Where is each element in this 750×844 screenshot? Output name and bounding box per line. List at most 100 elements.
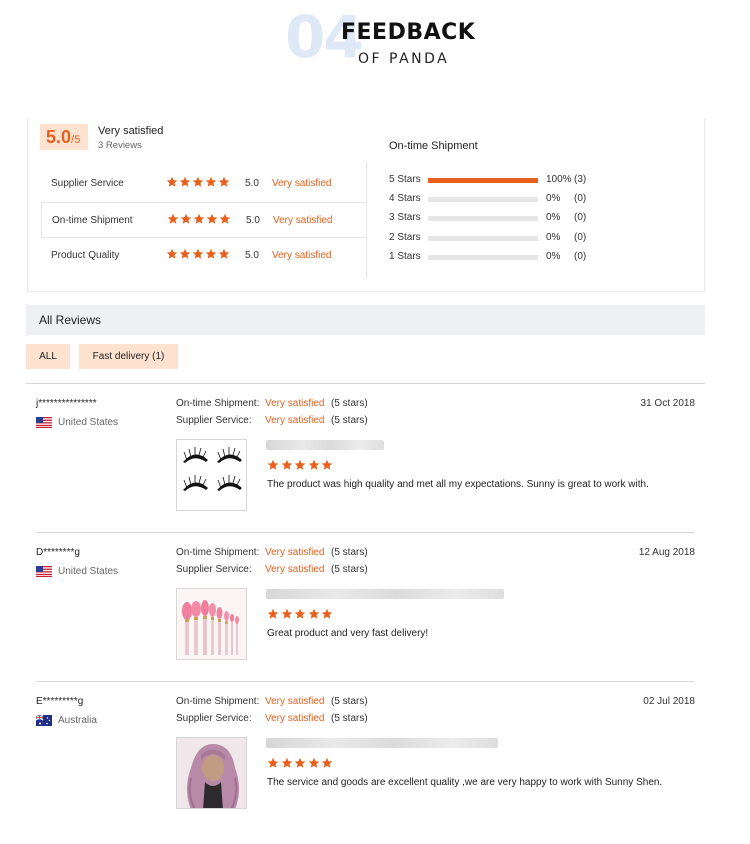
category-status: Very satisfied bbox=[272, 250, 332, 261]
star-icon bbox=[218, 176, 230, 188]
service-value: Very satisfied bbox=[265, 415, 325, 426]
review-date: 02 Jul 2018 bbox=[643, 696, 695, 707]
distribution-bar bbox=[428, 216, 538, 221]
all-reviews-header: All Reviews bbox=[26, 305, 705, 335]
star-icon bbox=[267, 459, 279, 471]
distribution-label: 1 Stars bbox=[389, 251, 421, 262]
filter-fast-delivery-button[interactable]: Fast delivery (1) bbox=[79, 344, 178, 369]
star-icon bbox=[294, 608, 306, 620]
distribution-label: 2 Stars bbox=[389, 232, 421, 243]
page-header: 04 FEEDBACK OF PANDA bbox=[0, 0, 750, 80]
star-icon bbox=[218, 248, 230, 260]
review-text: The product was high quality and met all… bbox=[267, 479, 649, 490]
all-reviews-title: All Reviews bbox=[39, 313, 102, 327]
overall-score: 5.0 bbox=[46, 127, 72, 147]
distribution-count: (0) bbox=[574, 193, 587, 204]
product-thumbnail-wig[interactable] bbox=[176, 737, 247, 809]
shipment-stars: (5 stars) bbox=[331, 547, 368, 558]
reviewer-name: E*********g bbox=[36, 696, 84, 707]
category-row-on-time-shipment[interactable]: On-time Shipment 5.0 Very satisfied bbox=[41, 202, 367, 238]
category-status: Very satisfied bbox=[272, 178, 332, 189]
star-icon bbox=[206, 213, 218, 225]
blurred-product-title bbox=[266, 440, 384, 450]
star-icon bbox=[167, 213, 179, 225]
distribution-bar bbox=[428, 178, 538, 183]
category-score: 5.0 bbox=[245, 178, 259, 189]
review-text: Great product and very fast delivery! bbox=[267, 628, 429, 639]
distribution-count: (0) bbox=[574, 251, 587, 262]
distribution-row: 2 Stars 0% (0) bbox=[389, 232, 639, 246]
reviewer-country: United States bbox=[58, 417, 119, 428]
service-stars: (5 stars) bbox=[331, 564, 368, 575]
filter-all-button[interactable]: ALL bbox=[26, 344, 70, 369]
shipment-label: On-time Shipment: bbox=[176, 547, 260, 558]
distribution-count: (0) bbox=[574, 232, 587, 243]
star-icon bbox=[321, 608, 333, 620]
star-icon bbox=[192, 248, 204, 260]
distribution-percent: 100% bbox=[546, 174, 572, 185]
service-label: Supplier Service: bbox=[176, 713, 252, 724]
star-icon bbox=[179, 176, 191, 188]
shipment-value: Very satisfied bbox=[265, 696, 325, 707]
shipment-label: On-time Shipment: bbox=[176, 696, 260, 707]
review-divider bbox=[36, 532, 694, 533]
distribution-count: (0) bbox=[574, 212, 587, 223]
overall-label: Very satisfied bbox=[98, 125, 164, 137]
category-status: Very satisfied bbox=[273, 215, 333, 226]
distribution-label: 3 Stars bbox=[389, 212, 421, 223]
star-icon bbox=[267, 608, 279, 620]
review-rating-stars bbox=[267, 757, 335, 769]
product-thumbnail-brushes[interactable] bbox=[176, 588, 247, 660]
lashes-image bbox=[177, 440, 246, 510]
star-icon bbox=[179, 248, 191, 260]
star-icon bbox=[205, 176, 217, 188]
category-score: 5.0 bbox=[246, 215, 260, 226]
star-icon bbox=[166, 248, 178, 260]
star-icon bbox=[308, 757, 320, 769]
service-value: Very satisfied bbox=[265, 564, 325, 575]
star-icon bbox=[192, 176, 204, 188]
distribution-row: 1 Stars 0% (0) bbox=[389, 251, 639, 265]
star-icon bbox=[281, 608, 293, 620]
distribution-bar bbox=[428, 197, 538, 202]
blurred-product-title bbox=[266, 738, 498, 748]
star-icon bbox=[205, 248, 217, 260]
distribution-count: (3) bbox=[574, 174, 587, 185]
review-text: The service and goods are excellent qual… bbox=[267, 777, 663, 788]
rating-summary: 5.0/5 Very satisfied 3 Reviews Supplier … bbox=[27, 118, 705, 292]
review-rating-stars bbox=[267, 459, 335, 471]
shipment-stars: (5 stars) bbox=[331, 398, 368, 409]
distribution-row: 4 Stars 0% (0) bbox=[389, 193, 639, 207]
reviewer-name: D********g bbox=[36, 547, 80, 558]
reviewer-country: United States bbox=[58, 566, 119, 577]
category-label: Supplier Service bbox=[51, 178, 124, 189]
review-date: 12 Aug 2018 bbox=[638, 547, 695, 558]
category-stars bbox=[166, 248, 231, 260]
category-score: 5.0 bbox=[245, 250, 259, 261]
star-icon bbox=[308, 459, 320, 471]
service-value: Very satisfied bbox=[265, 713, 325, 724]
distribution-percent: 0% bbox=[546, 232, 561, 243]
star-icon bbox=[219, 213, 231, 225]
overall-score-suffix: /5 bbox=[71, 134, 81, 146]
star-icon bbox=[294, 459, 306, 471]
distribution-percent: 0% bbox=[546, 212, 561, 223]
distribution-bar bbox=[428, 236, 538, 241]
au-flag-icon bbox=[35, 714, 52, 726]
product-thumbnail-lashes[interactable] bbox=[176, 439, 247, 511]
shipment-value: Very satisfied bbox=[265, 398, 325, 409]
review-count: 3 Reviews bbox=[98, 140, 142, 151]
category-label: On-time Shipment bbox=[52, 215, 133, 226]
blurred-product-title bbox=[266, 589, 504, 599]
service-label: Supplier Service: bbox=[176, 415, 252, 426]
service-stars: (5 stars) bbox=[331, 415, 368, 426]
overall-score-badge: 5.0/5 bbox=[40, 124, 88, 150]
distribution-bar bbox=[428, 255, 538, 260]
review-divider bbox=[36, 681, 694, 682]
service-stars: (5 stars) bbox=[331, 713, 368, 724]
review-rating-stars bbox=[267, 608, 335, 620]
star-icon bbox=[308, 608, 320, 620]
star-icon bbox=[321, 757, 333, 769]
shipment-stars: (5 stars) bbox=[331, 696, 368, 707]
shipment-label: On-time Shipment: bbox=[176, 398, 260, 409]
